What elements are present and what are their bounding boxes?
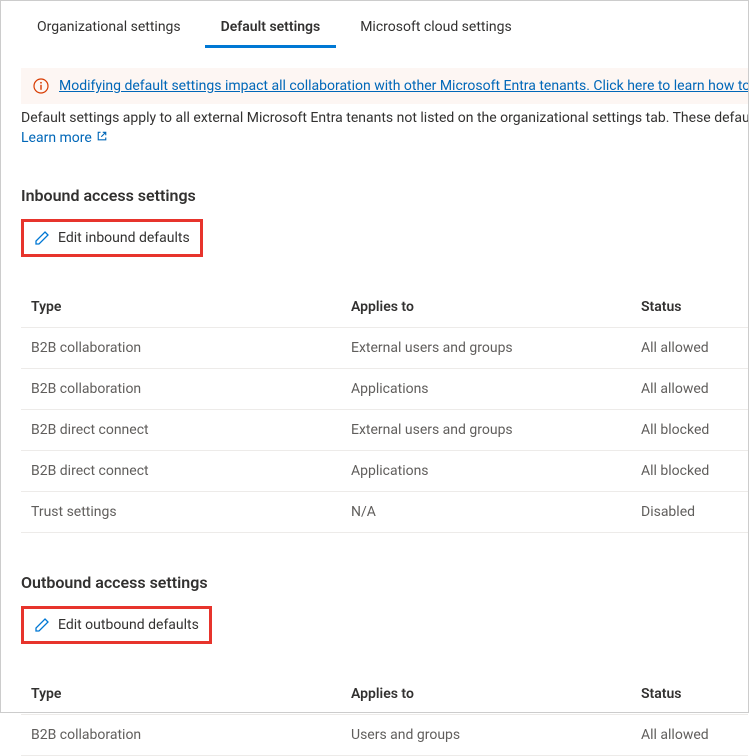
cell-status: Disabled bbox=[641, 504, 738, 520]
cell-type: B2B direct connect bbox=[31, 463, 351, 479]
edit-outbound-defaults-button[interactable]: Edit outbound defaults bbox=[24, 611, 209, 639]
description-text: Default settings apply to all external M… bbox=[21, 110, 748, 126]
pencil-icon bbox=[34, 617, 50, 633]
cell-applies: Users and groups bbox=[351, 727, 641, 743]
table-row: B2B collaboration External users and gro… bbox=[21, 328, 748, 369]
cell-type: B2B collaboration bbox=[31, 340, 351, 356]
info-icon bbox=[33, 78, 49, 94]
edit-inbound-defaults-button[interactable]: Edit inbound defaults bbox=[24, 224, 200, 252]
col-header-applies[interactable]: Applies to bbox=[351, 299, 641, 315]
col-header-status[interactable]: Status bbox=[641, 686, 738, 702]
pencil-icon bbox=[34, 230, 50, 246]
table-row: B2B direct connect External users and gr… bbox=[21, 410, 748, 451]
cell-status: All allowed bbox=[641, 381, 738, 397]
external-link-icon bbox=[96, 130, 108, 146]
inbound-table-header: Type Applies to Status bbox=[21, 287, 748, 328]
col-header-applies[interactable]: Applies to bbox=[351, 686, 641, 702]
cell-applies: External users and groups bbox=[351, 340, 641, 356]
outbound-edit-highlight: Edit outbound defaults bbox=[21, 606, 212, 644]
cell-type: B2B direct connect bbox=[31, 422, 351, 438]
cell-status: All blocked bbox=[641, 422, 738, 438]
tab-default-settings[interactable]: Default settings bbox=[205, 11, 337, 48]
inbound-table: Type Applies to Status B2B collaboration… bbox=[21, 287, 748, 533]
inbound-edit-highlight: Edit inbound defaults bbox=[21, 219, 203, 257]
edit-outbound-label: Edit outbound defaults bbox=[58, 617, 199, 633]
learn-more-label: Learn more bbox=[21, 130, 92, 146]
col-header-status[interactable]: Status bbox=[641, 299, 738, 315]
outbound-section-title: Outbound access settings bbox=[21, 573, 748, 592]
learn-more-link[interactable]: Learn more bbox=[21, 130, 108, 146]
cell-status: All allowed bbox=[641, 340, 738, 356]
outbound-table: Type Applies to Status B2B collaboration… bbox=[21, 674, 748, 756]
table-row: B2B collaboration Applications All allow… bbox=[21, 369, 748, 410]
tab-organizational-settings[interactable]: Organizational settings bbox=[21, 11, 197, 48]
cell-status: All allowed bbox=[641, 727, 738, 743]
tab-microsoft-cloud-settings[interactable]: Microsoft cloud settings bbox=[344, 11, 528, 48]
col-header-type[interactable]: Type bbox=[31, 686, 351, 702]
cell-applies: Applications bbox=[351, 381, 641, 397]
cell-type: Trust settings bbox=[31, 504, 351, 520]
table-row: Trust settings N/A Disabled bbox=[21, 492, 748, 533]
tab-bar: Organizational settings Default settings… bbox=[1, 1, 748, 48]
info-banner: Modifying default settings impact all co… bbox=[21, 68, 748, 104]
col-header-type[interactable]: Type bbox=[31, 299, 351, 315]
banner-link[interactable]: Modifying default settings impact all co… bbox=[59, 78, 748, 94]
table-row: B2B collaboration Users and groups All a… bbox=[21, 715, 748, 756]
outbound-table-header: Type Applies to Status bbox=[21, 674, 748, 715]
edit-inbound-label: Edit inbound defaults bbox=[58, 230, 190, 246]
cell-applies: N/A bbox=[351, 504, 641, 520]
table-row: B2B direct connect Applications All bloc… bbox=[21, 451, 748, 492]
cell-applies: Applications bbox=[351, 463, 641, 479]
cell-type: B2B collaboration bbox=[31, 381, 351, 397]
inbound-section-title: Inbound access settings bbox=[21, 186, 748, 205]
cell-status: All blocked bbox=[641, 463, 738, 479]
cell-applies: External users and groups bbox=[351, 422, 641, 438]
cell-type: B2B collaboration bbox=[31, 727, 351, 743]
